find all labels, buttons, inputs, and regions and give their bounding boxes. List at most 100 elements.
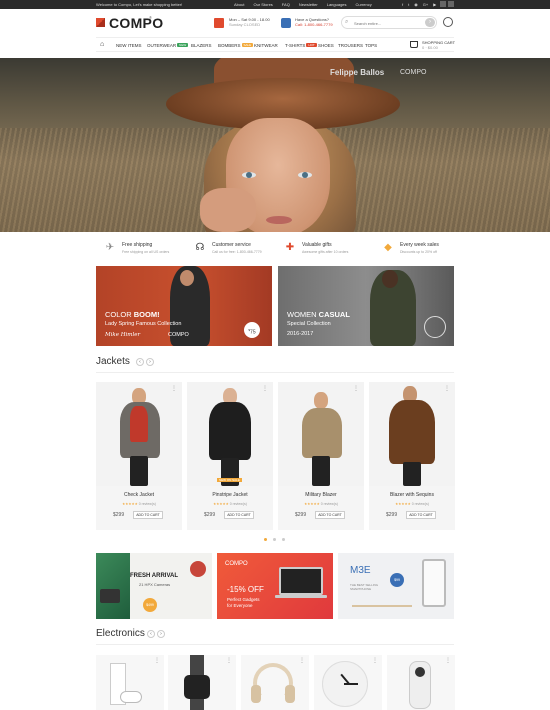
banner-perfect-gadgets[interactable]: COMPO -15% OFF Perfect Gadgets for Every… xyxy=(217,553,333,619)
home-icon[interactable]: ⌂ xyxy=(100,41,104,48)
hero-banner[interactable]: Felippe Ballos COMPO xyxy=(0,58,550,232)
electronics-section-title: Electronics xyxy=(96,628,145,639)
search-submit-button[interactable]: › xyxy=(425,18,435,27)
promo-price-badge: $75 xyxy=(244,322,260,338)
search-input[interactable] xyxy=(354,19,424,27)
nav-item-outerwear[interactable]: OUTERWEAR NEW xyxy=(147,43,189,48)
product-rating: ★★★★★ 0 review(s) xyxy=(304,502,338,506)
nav-item-t-shirts[interactable]: T-SHIRTS HOT xyxy=(285,43,317,48)
twitter-icon[interactable]: t xyxy=(408,2,409,7)
more-options-icon[interactable]: ⋮ xyxy=(299,657,305,664)
product-card[interactable]: NEW ON SALE ⋮ Pinstripe Jacket ★★★★★ 0 r… xyxy=(187,382,273,530)
nav-item-new-items[interactable]: NEW ITEMS xyxy=(116,43,142,48)
add-to-cart-button[interactable]: ADD TO CART xyxy=(406,511,436,519)
user-account-icon[interactable] xyxy=(443,17,453,27)
product-card[interactable]: ⋮ xyxy=(168,655,236,710)
product-image[interactable] xyxy=(96,382,182,486)
promo-model-head xyxy=(382,270,398,288)
more-options-icon[interactable]: ⋮ xyxy=(445,657,451,664)
product-card[interactable]: ⋮ xyxy=(387,655,455,710)
product-card[interactable]: ⋮ Check Jacket ★★★★★ 0 review(s) $299 AD… xyxy=(96,382,182,530)
nav-item-tops[interactable]: TOPS xyxy=(365,43,377,48)
mail-icon[interactable] xyxy=(448,1,454,7)
chevron-left-icon[interactable]: ‹ xyxy=(147,630,155,638)
more-options-icon[interactable]: ⋮ xyxy=(372,657,378,664)
question-phone[interactable]: Call: 1-800-466-7779 xyxy=(295,22,333,27)
product-image[interactable] xyxy=(369,382,455,486)
product-price: $299 xyxy=(113,512,125,518)
tag-icon: ◆ xyxy=(384,242,392,253)
more-options-icon[interactable]: ⋮ xyxy=(154,657,160,664)
more-options-icon[interactable]: ⋮ xyxy=(262,385,268,392)
fresh-arrival-sub: 21 HPX Cameras xyxy=(139,582,171,587)
product-image[interactable] xyxy=(278,382,364,486)
product-price: $299 xyxy=(295,512,307,518)
nav-item-bombers[interactable]: BOMBERS SALE xyxy=(218,43,254,48)
smartwatch-icon xyxy=(184,675,210,699)
product-card[interactable]: ⋮ xyxy=(241,655,309,710)
hot-badge: HOT xyxy=(306,43,317,47)
more-options-icon[interactable]: ⋮ xyxy=(226,657,232,664)
nav-item-trousers[interactable]: TROUSERS xyxy=(338,43,363,48)
nav-item-knitwear[interactable]: KNITWEAR xyxy=(254,43,278,48)
more-options-icon[interactable]: ⋮ xyxy=(444,385,450,392)
languages-dropdown[interactable]: Languages xyxy=(327,2,347,7)
section-divider xyxy=(96,372,454,373)
compare-icon[interactable] xyxy=(440,1,446,7)
store-hours-sub: Sunday CLOSED xyxy=(229,22,261,27)
promo-women-casual[interactable]: WOMEN CASUAL Special Collection 2016-201… xyxy=(278,266,454,346)
shipping-icon: ✈ xyxy=(105,242,115,253)
add-to-cart-button[interactable]: ADD TO CART xyxy=(224,511,254,519)
model-jacket xyxy=(302,408,342,458)
add-to-cart-button[interactable]: ADD TO CART xyxy=(133,511,163,519)
product-card[interactable]: ⋮ xyxy=(314,655,382,710)
facebook-icon[interactable]: f xyxy=(402,2,403,7)
product-name[interactable]: Check Jacket xyxy=(96,492,182,498)
youtube-icon[interactable]: ▶ xyxy=(433,2,436,7)
question-chat-icon xyxy=(281,18,291,28)
product-image[interactable]: NEW ON SALE xyxy=(187,382,273,486)
promo-color-boom[interactable]: COLOR BOOM! Lady Spring Famous Collectio… xyxy=(96,266,272,346)
product-name[interactable]: Pinstripe Jacket xyxy=(187,492,273,498)
product-name[interactable]: Military Blazer xyxy=(278,492,364,498)
product-price: $299 xyxy=(386,512,398,518)
pager-dot[interactable] xyxy=(264,538,267,541)
headset-icon: ☊ xyxy=(195,242,205,253)
chevron-right-icon[interactable]: › xyxy=(146,358,154,366)
feature-title: Valuable gifts xyxy=(302,242,332,248)
logo-mark-icon[interactable] xyxy=(96,18,105,27)
nav-item-shoes[interactable]: SHOES xyxy=(318,43,334,48)
logo-text[interactable]: COMPO xyxy=(109,15,163,31)
product-card[interactable]: ⋮ Military Blazer ★★★★★ 0 review(s) $299… xyxy=(278,382,364,530)
more-options-icon[interactable]: ⋮ xyxy=(353,385,359,392)
pager-dot[interactable] xyxy=(282,538,285,541)
currency-dropdown[interactable]: Currency xyxy=(356,2,372,7)
about-link[interactable]: About xyxy=(234,2,244,7)
feature-desc: Awesome gifts after 10 orders xyxy=(302,250,349,254)
promo-subheading: Special Collection xyxy=(287,321,331,327)
promo-signature: Mike Himler xyxy=(105,332,141,338)
pager-dot[interactable] xyxy=(273,538,276,541)
product-card[interactable]: ⋮ Blazer with Sequins ★★★★★ 0 review(s) … xyxy=(369,382,455,530)
product-name[interactable]: Blazer with Sequins xyxy=(369,492,455,498)
add-to-cart-button[interactable]: ADD TO CART xyxy=(315,511,345,519)
our-stores-link[interactable]: Our Stores xyxy=(253,2,272,7)
faq-link[interactable]: FAQ xyxy=(282,2,290,7)
google-plus-icon[interactable]: G+ xyxy=(423,2,428,7)
model-head xyxy=(314,392,328,409)
more-options-icon[interactable]: ⋮ xyxy=(171,385,177,392)
product-card[interactable]: ⋮ xyxy=(96,655,164,710)
newsletter-link[interactable]: Newsletter xyxy=(299,2,318,7)
chevron-right-icon[interactable]: › xyxy=(157,630,165,638)
calendar-icon xyxy=(214,18,224,28)
banner-fresh-arrival[interactable]: FRESH ARRIVAL 21 HPX Cameras $499 xyxy=(96,553,212,619)
instagram-icon[interactable]: ◉ xyxy=(414,2,418,7)
coffee-cup-icon xyxy=(190,561,206,577)
clock-hand xyxy=(344,683,358,685)
promo-heading: WOMEN CASUAL xyxy=(287,310,350,319)
banner-smartphone[interactable]: M3E THE BEST SELLING SMARTPHONE $99 xyxy=(338,553,454,619)
gift-icon: ✚ xyxy=(285,242,295,253)
chevron-left-icon[interactable]: ‹ xyxy=(136,358,144,366)
nav-item-blazers[interactable]: BLAZERS xyxy=(191,43,212,48)
welcome-text: Welcome to Compo, Let's make shopping be… xyxy=(96,2,183,7)
